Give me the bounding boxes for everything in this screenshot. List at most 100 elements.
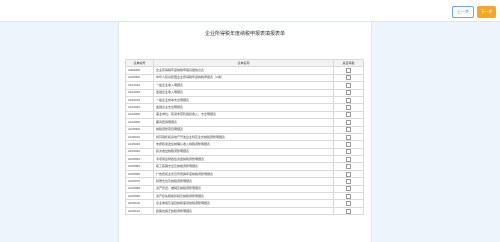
column-header-code: 表单编号 xyxy=(125,58,154,68)
table-header-row: 表单编号 表单名称 是否填报 xyxy=(125,58,364,68)
table-row: A105020 未按权责发生制确认收入纳税调整明细表 xyxy=(125,140,364,149)
fill-cell xyxy=(333,199,364,208)
fill-cell xyxy=(333,110,364,120)
fill-cell xyxy=(333,140,364,149)
fill-checkbox[interactable] xyxy=(346,112,351,118)
fill-cell xyxy=(333,184,364,194)
table-row: A102010 一般企业成本支出明细表 xyxy=(125,95,364,105)
column-header-name: 表单名称 xyxy=(153,58,334,68)
fill-cell xyxy=(333,73,364,83)
fill-checkbox[interactable] xyxy=(346,119,351,125)
fill-checkbox[interactable] xyxy=(346,90,351,96)
form-name: 企业所得税年度纳税申报基础信息表 xyxy=(153,66,334,75)
form-code: A100000 xyxy=(125,73,154,83)
fill-checkbox[interactable] xyxy=(346,105,351,111)
table-row: A000000 企业所得税年度纳税申报基础信息表 xyxy=(125,66,364,75)
fill-checkbox[interactable] xyxy=(346,149,351,155)
form-code: A105110 xyxy=(125,206,154,216)
fill-cell xyxy=(333,132,364,142)
form-code: A105060 xyxy=(125,169,154,179)
table-row: A105030 投资收益纳税调整明细表 xyxy=(125,147,364,157)
fill-cell xyxy=(333,192,364,201)
form-code: A105040 xyxy=(125,155,154,164)
form-name: 投资收益纳税调整明细表 xyxy=(153,147,334,157)
fill-cell xyxy=(333,118,364,127)
form-code: A105100 xyxy=(125,199,154,208)
fill-checkbox[interactable] xyxy=(346,171,351,177)
table-row: A101020 金融企业收入明细表 xyxy=(125,88,364,97)
fill-checkbox[interactable] xyxy=(346,68,351,74)
form-code: A105070 xyxy=(125,177,154,186)
fill-cell xyxy=(333,125,364,134)
form-name: 企业重组及递延纳税事项纳税调整明细表 xyxy=(153,199,334,208)
form-name: 视同销售和房地产开发企业特定业务纳税调整明细表 xyxy=(153,132,334,142)
form-code: A105020 xyxy=(125,140,154,149)
form-code: A101020 xyxy=(125,88,154,97)
fill-cell xyxy=(333,177,364,186)
form-code: A105090 xyxy=(125,192,154,201)
table-row: A105060 广告费和业务宣传费跨年度纳税调整明细表 xyxy=(125,169,364,179)
form-code: A105010 xyxy=(125,132,154,142)
fill-checkbox[interactable] xyxy=(346,134,351,140)
table-row: A105070 捐赠支出及纳税调整明细表 xyxy=(125,177,364,186)
fill-checkbox[interactable] xyxy=(346,75,351,81)
fill-cell xyxy=(333,95,364,105)
page-title: 企业所得税年度纳税申报表填报表单 xyxy=(204,31,285,37)
table-row: A105050 职工薪酬支出及纳税调整明细表 xyxy=(125,162,364,171)
form-name: 金融企业支出明细表 xyxy=(153,103,334,112)
form-name: 专项用途财政性资金纳税调整明细表 xyxy=(153,155,334,164)
form-name: 未按权责发生制确认收入纳税调整明细表 xyxy=(153,140,334,149)
form-name: 中华人民共和国企业所得税年度纳税申报表（A类） xyxy=(153,73,334,83)
fill-checkbox[interactable] xyxy=(346,82,351,88)
fill-cell xyxy=(333,88,364,97)
fill-checkbox[interactable] xyxy=(346,193,351,199)
fill-checkbox[interactable] xyxy=(346,186,351,192)
fill-checkbox[interactable] xyxy=(346,208,351,214)
form-code: A101010 xyxy=(125,81,154,90)
table-row: A102020 金融企业支出明细表 xyxy=(125,103,364,112)
table-row: A101010 一般企业收入明细表 xyxy=(125,81,364,90)
fill-checkbox[interactable] xyxy=(346,97,351,103)
table-row: A103000 事业单位、民间非营利组织收入、支出明细表 xyxy=(125,110,364,120)
form-name: 事业单位、民间非营利组织收入、支出明细表 xyxy=(153,110,334,120)
top-toolbar: 上一步 下一步 xyxy=(0,0,500,22)
fill-checkbox[interactable] xyxy=(346,164,351,170)
form-list-table: 表单编号 表单名称 是否填报 A000000 企业所得税年度纳税申报基础信息表 A1… xyxy=(125,58,364,216)
fill-cell xyxy=(333,162,364,171)
fill-cell xyxy=(333,81,364,90)
form-sheet: 企业所得税年度纳税申报表填报表单 表单编号 表单名称 是否填报 A000000 企… xyxy=(118,22,372,242)
form-name: 捐赠支出及纳税调整明细表 xyxy=(153,177,334,186)
form-code: A000000 xyxy=(125,66,154,75)
form-code: A103000 xyxy=(125,110,154,120)
form-name: 一般企业成本支出明细表 xyxy=(153,95,334,105)
form-name: 金融企业收入明细表 xyxy=(153,88,334,97)
fill-cell xyxy=(333,169,364,179)
form-code: A105030 xyxy=(125,147,154,157)
form-code: A105050 xyxy=(125,162,154,171)
form-name: 纳税调整项目明细表 xyxy=(153,125,334,134)
table-row: A105010 视同销售和房地产开发企业特定业务纳税调整明细表 xyxy=(125,132,364,142)
fill-cell xyxy=(333,206,364,216)
fill-checkbox[interactable] xyxy=(346,178,351,184)
next-step-button[interactable]: 下一步 xyxy=(477,6,496,18)
form-code: A104000 xyxy=(125,118,154,127)
form-name: 广告费和业务宣传费跨年度纳税调整明细表 xyxy=(153,169,334,179)
table-row: A105100 企业重组及递延纳税事项纳税调整明细表 xyxy=(125,199,364,208)
column-header-fill: 是否填报 xyxy=(333,58,364,68)
form-name: 政策性搬迁纳税调整明细表 xyxy=(153,206,334,216)
table-row: A100000 中华人民共和国企业所得税年度纳税申报表（A类） xyxy=(125,73,364,83)
table-row: A105090 资产损失税前扣除及纳税调整明细表 xyxy=(125,192,364,201)
fill-checkbox[interactable] xyxy=(346,156,351,162)
fill-checkbox[interactable] xyxy=(346,127,351,133)
previous-step-button[interactable]: 上一步 xyxy=(452,6,474,18)
fill-checkbox[interactable] xyxy=(346,141,351,147)
form-name: 一般企业收入明细表 xyxy=(153,81,334,90)
table-row: A104000 期间费用明细表 xyxy=(125,118,364,127)
form-code: A105000 xyxy=(125,125,154,134)
table-row: A105000 纳税调整项目明细表 xyxy=(125,125,364,134)
table-row: A105110 政策性搬迁纳税调整明细表 xyxy=(125,206,364,216)
fill-checkbox[interactable] xyxy=(346,201,351,207)
fill-cell xyxy=(333,66,364,75)
form-name: 职工薪酬支出及纳税调整明细表 xyxy=(153,162,334,171)
form-name: 期间费用明细表 xyxy=(153,118,334,127)
